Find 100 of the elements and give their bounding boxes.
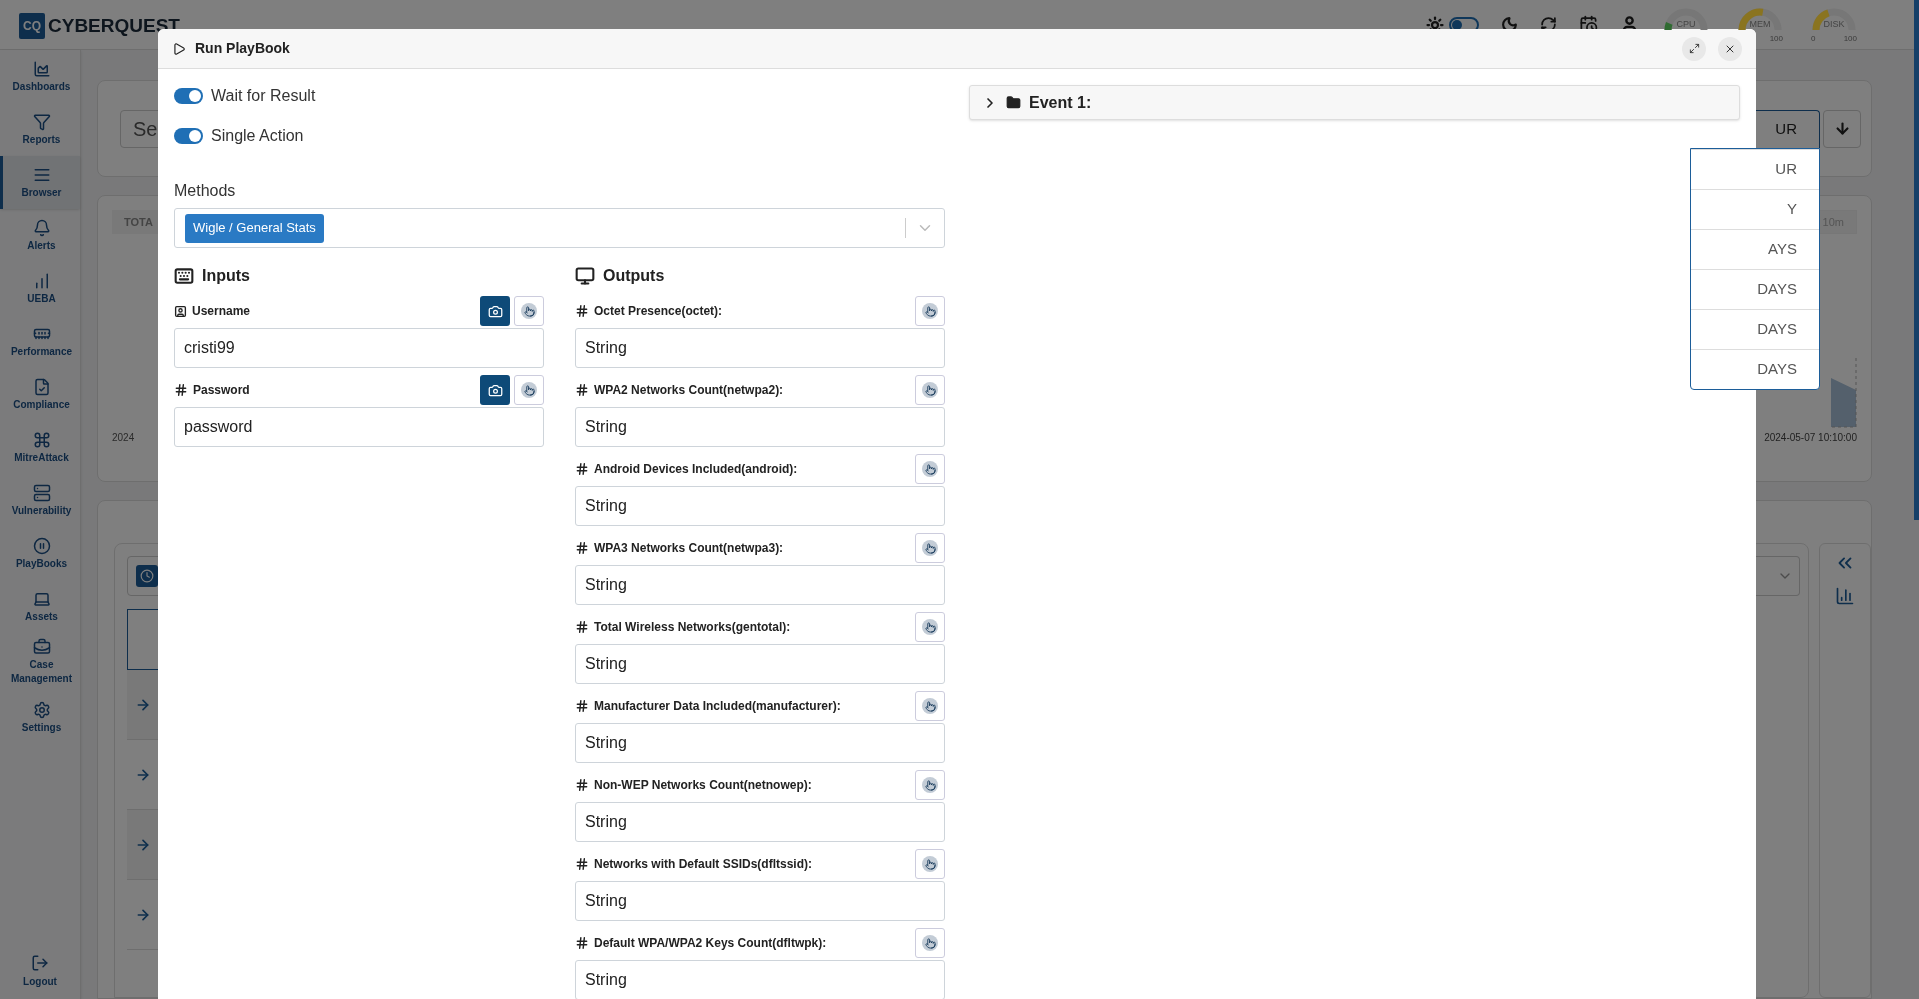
bar-chart-icon[interactable] [1835, 586, 1855, 606]
dialog-title: Run PlayBook [195, 39, 290, 58]
section-heading: Inputs [202, 266, 250, 286]
pick-button[interactable] [915, 454, 945, 484]
gauge [1663, 6, 1709, 33]
sidebar-item[interactable]: Compliance [0, 368, 80, 421]
maximize-button[interactable] [1682, 36, 1706, 61]
download-button[interactable] [1823, 109, 1861, 148]
camera-button[interactable] [480, 296, 510, 326]
text-field[interactable]: String [575, 960, 945, 999]
event-panel[interactable]: Event 1: [969, 85, 1740, 120]
text-field[interactable]: String [575, 486, 945, 526]
pick-button[interactable] [915, 770, 945, 800]
pick-button[interactable] [915, 849, 945, 879]
hand-pointer-icon [922, 461, 938, 477]
text-field[interactable]: String [575, 881, 945, 921]
folder-icon [1006, 95, 1021, 110]
gauge [1811, 6, 1857, 33]
hash-icon [575, 541, 589, 555]
play-icon [172, 41, 186, 56]
pick-button[interactable] [514, 296, 544, 326]
hand-pointer-icon [922, 935, 938, 951]
text-field[interactable]: String [575, 407, 945, 447]
toggle-switch[interactable] [174, 88, 203, 104]
text-field[interactable]: cristi99 [174, 328, 544, 368]
field-label: WPA3 Networks Count(netwpa3): [594, 540, 784, 557]
text-field[interactable]: String [575, 565, 945, 605]
pick-button[interactable] [915, 612, 945, 642]
sidebar-item[interactable]: PlayBooks [0, 527, 80, 580]
pick-button[interactable] [915, 375, 945, 405]
sidebar-item[interactable]: Case Management [0, 633, 80, 691]
toggle-label: Wait for Result [211, 86, 316, 106]
gauge-label: MEM [1749, 17, 1771, 31]
axis-label: 2024 [112, 431, 135, 445]
hand-pointer-icon [521, 382, 537, 398]
field-label: Username [192, 303, 251, 320]
sidebar-item[interactable]: Dashboards [0, 50, 80, 103]
pick-button[interactable] [915, 928, 945, 958]
methods-select[interactable]: Wigle / General Stats [174, 208, 945, 248]
dropdown-option[interactable]: DAYS [1691, 268, 1819, 309]
dropdown-option[interactable]: DAYS [1691, 348, 1819, 389]
text-field[interactable]: String [575, 644, 945, 684]
field-label: Non-WEP Networks Count(netnowep): [594, 777, 812, 794]
field-label: Total Wireless Networks(gentotal): [594, 619, 791, 636]
hash-icon [575, 936, 589, 950]
field-label: Password [193, 382, 250, 399]
sidebar-item[interactable]: Performance [0, 315, 80, 368]
dropdown-option[interactable]: Y [1691, 188, 1819, 229]
hand-pointer-icon [922, 619, 938, 635]
filter-icon [32, 112, 51, 131]
text-field[interactable]: String [575, 723, 945, 763]
logo-text: CYBERQUEST [48, 14, 180, 38]
logout-icon [31, 954, 49, 972]
text-field[interactable]: String [575, 328, 945, 368]
sidebar-item[interactable]: UEBA [0, 262, 80, 315]
clock-button[interactable] [136, 565, 158, 587]
hash-icon [575, 857, 589, 871]
pause-circle-icon [32, 536, 51, 555]
user-card-icon [174, 304, 187, 318]
hash-icon [575, 304, 589, 318]
sidebar-item[interactable]: Vulnerability [0, 474, 80, 527]
method-tag[interactable]: Wigle / General Stats [185, 213, 324, 243]
toggle-switch[interactable] [174, 128, 203, 144]
logo-mark: CQ [19, 13, 45, 40]
sidebar-item[interactable]: Alerts [0, 209, 80, 262]
hash-icon [174, 383, 188, 397]
area-chart-drawing [1831, 358, 1857, 428]
field-label: Manufacturer Data Included(manufacturer): [594, 698, 841, 715]
hash-icon [575, 778, 589, 792]
hand-pointer-icon [922, 382, 938, 398]
command-icon [32, 430, 51, 449]
hash-icon [575, 462, 589, 476]
text-field[interactable]: String [575, 802, 945, 842]
field-label: Octet Presence(octet): [594, 303, 723, 320]
monitor-icon [575, 266, 595, 286]
sidebar-item[interactable]: Reports [0, 103, 80, 156]
hand-pointer-icon [922, 698, 938, 714]
pick-button[interactable] [915, 691, 945, 721]
camera-icon [487, 382, 503, 398]
pick-button[interactable] [915, 296, 945, 326]
hand-pointer-icon [521, 303, 537, 319]
hand-pointer-icon [922, 540, 938, 556]
hash-icon [575, 699, 589, 713]
sidebar-item[interactable]: Settings [0, 691, 80, 744]
text-field[interactable]: password [174, 407, 544, 447]
settings-icon [32, 700, 51, 719]
logout-button[interactable]: Logout [0, 954, 80, 989]
sidebar-item[interactable]: MitreAttack [0, 421, 80, 474]
section-heading: Outputs [603, 266, 665, 286]
dropdown-option[interactable]: AYS [1691, 228, 1819, 269]
sidebar-item[interactable]: Assets [0, 580, 80, 633]
pick-button[interactable] [514, 375, 544, 405]
area-chart-icon [32, 59, 51, 78]
field-label: Default WPA/WPA2 Keys Count(dfltwpk): [594, 935, 827, 952]
clock-icon [140, 569, 154, 583]
briefcase-icon [32, 638, 51, 656]
pick-button[interactable] [915, 533, 945, 563]
camera-button[interactable] [480, 375, 510, 405]
toggle-label: Single Action [211, 126, 304, 146]
dropdown-option[interactable]: DAYS [1691, 308, 1819, 349]
